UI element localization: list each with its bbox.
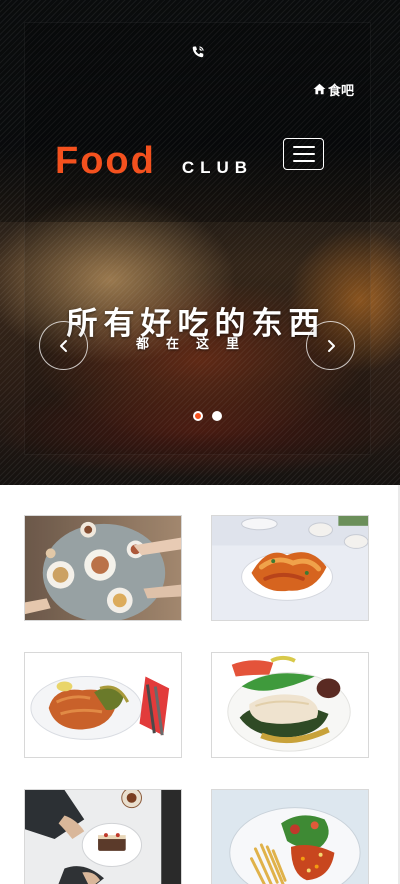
home-icon xyxy=(313,83,326,95)
logo-secondary-text: CLUB xyxy=(181,158,254,177)
carousel-indicators xyxy=(193,411,222,421)
gallery-item-table-dining[interactable] xyxy=(24,515,182,621)
home-link-label: 食吧 xyxy=(328,83,355,99)
gallery-item-fries-salad[interactable] xyxy=(211,789,369,884)
gallery-item-schnitzel[interactable] xyxy=(24,652,182,758)
carousel-next-button[interactable] xyxy=(306,321,355,370)
page: 食吧 Food CLUB 所有好吃的东西 都在这里 xyxy=(0,0,400,884)
gallery-item-fried-shrimp[interactable] xyxy=(211,515,369,621)
hamburger-icon-bar-bottom xyxy=(292,160,315,162)
carousel-prev-button[interactable] xyxy=(39,321,88,370)
carousel-dot-2[interactable] xyxy=(212,411,222,421)
hamburger-icon-bar-top xyxy=(292,146,315,148)
home-link[interactable]: 食吧 xyxy=(313,80,355,99)
gallery-item-fish-fillet[interactable] xyxy=(211,652,369,758)
phone-icon[interactable] xyxy=(191,44,205,58)
hamburger-icon-bar-middle xyxy=(292,153,315,155)
chevron-right-icon xyxy=(327,339,335,352)
logo-primary-text: Food xyxy=(55,140,156,182)
hero-banner: 食吧 Food CLUB 所有好吃的东西 都在这里 xyxy=(0,0,400,485)
brand-logo[interactable]: Food CLUB xyxy=(55,139,253,183)
menu-toggle-button[interactable] xyxy=(283,138,324,170)
gallery-item-dessert[interactable] xyxy=(24,789,182,884)
carousel-dot-1[interactable] xyxy=(193,411,203,421)
chevron-left-icon xyxy=(59,339,67,352)
